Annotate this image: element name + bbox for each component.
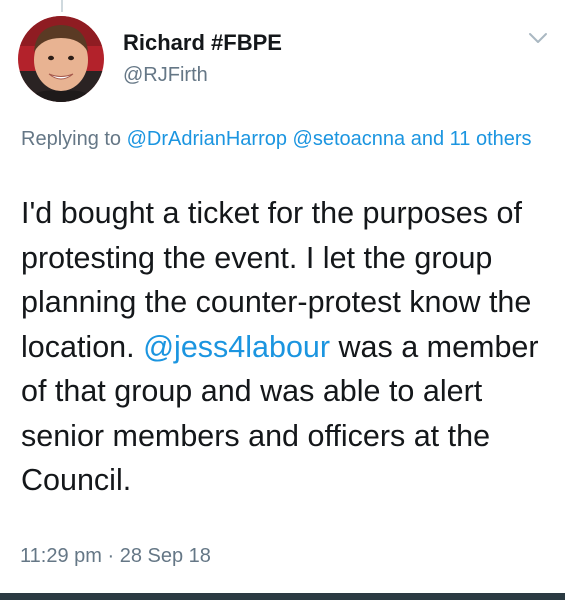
separator-dot: · (107, 545, 115, 567)
tweet-date: 28 Sep 18 (119, 545, 211, 567)
mention-link[interactable]: @setoacnna (293, 128, 406, 150)
tweet-text: I'd bought a ticket for the purposes of … (21, 191, 556, 503)
replying-to-line: Replying to @DrAdrianHarrop @setoacnna a… (21, 124, 546, 154)
avatar[interactable] (18, 16, 104, 102)
tweet-time: 11:29 pm (20, 545, 102, 567)
author-display-name[interactable]: Richard #FBPE (123, 30, 282, 56)
chevron-down-icon[interactable] (527, 30, 549, 46)
tweet-timestamp[interactable]: 11:29 pm · 28 Sep 18 (20, 545, 211, 568)
mention-link[interactable]: @DrAdrianHarrop (127, 128, 287, 150)
avatar-image (18, 16, 104, 102)
author-handle[interactable]: @RJFirth (123, 64, 208, 87)
thread-connector-line (61, 0, 63, 12)
mention-link[interactable]: @jess4labour (143, 330, 330, 364)
replying-to-label: Replying to (21, 128, 122, 150)
bottom-bar (0, 593, 565, 600)
others-link[interactable]: and 11 others (411, 128, 532, 150)
